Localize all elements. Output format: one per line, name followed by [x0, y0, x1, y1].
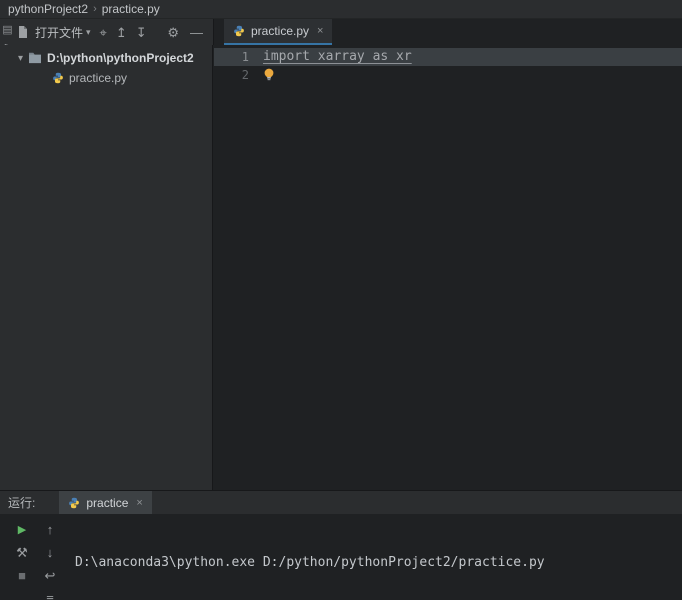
- tab-label: practice.py: [251, 24, 309, 38]
- run-header: 运行: practice ×: [0, 491, 682, 514]
- stop-icon[interactable]: ■: [14, 568, 30, 584]
- file-icon: [18, 26, 28, 38]
- editor-line-1: 1 import xarray as xr: [214, 48, 682, 66]
- line-number: 1: [214, 48, 263, 66]
- pycharm-window: pythonProject2 › practice.py 打开文件 ▾ ⌖ ↥ …: [0, 0, 682, 600]
- intention-bulb-icon[interactable]: [263, 68, 275, 84]
- python-file-icon: [52, 72, 64, 84]
- tree-file-row[interactable]: practice.py: [0, 65, 212, 85]
- console-output[interactable]: D:\anaconda3\python.exe D:/python/python…: [75, 520, 682, 600]
- locate-file-icon[interactable]: ⌖: [100, 26, 107, 39]
- run-label: 运行:: [8, 494, 35, 511]
- editor-tabstrip: practice.py ×: [213, 19, 682, 45]
- wrench-icon[interactable]: ⚒: [14, 545, 30, 561]
- project-tree-panel: ▾ D:\python\pythonProject2 practice.py: [0, 45, 213, 490]
- arrow-down-icon[interactable]: ↓: [42, 545, 58, 561]
- project-toolbar: 打开文件 ▾ ⌖ ↥ ↧ ⚙ —: [0, 19, 213, 45]
- run-tool-window: 运行: practice × ▶ ↑ ⚒ ↓ ■ ↩ ≡ D:\anaconda…: [0, 490, 682, 600]
- collapse-all-icon[interactable]: ↧: [136, 26, 147, 39]
- arrow-up-icon[interactable]: ↑: [42, 522, 58, 538]
- breadcrumb-separator-icon: ›: [93, 3, 97, 15]
- line-number: 2: [214, 66, 263, 84]
- tree-root-row[interactable]: ▾ D:\python\pythonProject2: [0, 45, 212, 65]
- chevron-expanded-icon[interactable]: ▾: [18, 53, 23, 64]
- rerun-icon[interactable]: ▶: [14, 522, 30, 538]
- breadcrumb: pythonProject2 › practice.py: [0, 0, 682, 19]
- python-file-icon: [233, 25, 245, 37]
- close-icon[interactable]: ×: [317, 25, 323, 37]
- expand-all-icon[interactable]: ↥: [116, 26, 127, 39]
- soft-wrap-icon[interactable]: ↩: [42, 568, 58, 584]
- breadcrumb-project[interactable]: pythonProject2: [8, 2, 88, 16]
- hide-panel-icon[interactable]: —: [190, 26, 203, 39]
- tree-root-label: D:\python\pythonProject2: [47, 51, 194, 65]
- console-command-line: D:\anaconda3\python.exe D:/python/python…: [75, 554, 682, 571]
- editor-area[interactable]: 1 import xarray as xr 2: [214, 45, 682, 490]
- gear-icon[interactable]: ⚙: [167, 26, 179, 39]
- python-file-icon: [68, 497, 80, 509]
- chevron-down-icon: ▾: [86, 27, 91, 38]
- tab-practice-py[interactable]: practice.py ×: [224, 19, 332, 45]
- close-icon[interactable]: ×: [136, 497, 142, 509]
- scroll-end-icon[interactable]: ≡: [42, 591, 58, 600]
- code-unused-import: import xarray as xr: [263, 48, 412, 66]
- run-tab-label: practice: [86, 496, 128, 510]
- tree-file-label: practice.py: [69, 71, 127, 85]
- editor-line-2: 2: [214, 66, 682, 84]
- run-console: ▶ ↑ ⚒ ↓ ■ ↩ ≡ D:\anaconda3\python.exe D:…: [0, 514, 682, 600]
- breadcrumb-file[interactable]: practice.py: [102, 2, 160, 16]
- run-tab-practice[interactable]: practice ×: [59, 491, 151, 514]
- project-stripe-icon[interactable]: ▤: [1, 23, 14, 36]
- open-file-label: 打开文件: [35, 24, 83, 41]
- open-file-button[interactable]: 打开文件 ▾: [18, 24, 91, 41]
- folder-icon: [28, 52, 42, 64]
